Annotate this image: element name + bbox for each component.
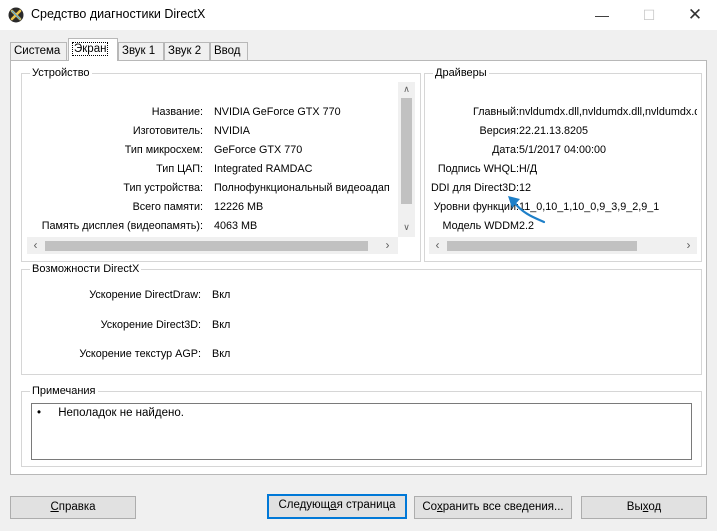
scrollbar-thumb[interactable] — [447, 241, 637, 251]
tab-label: Звук 1 — [122, 45, 156, 57]
tab-sound-2[interactable]: Звук 2 — [164, 42, 210, 61]
tab-label: Звук 2 — [168, 45, 202, 57]
tab-sound-1[interactable]: Звук 1 — [118, 42, 164, 61]
tab-system[interactable]: Система — [10, 42, 67, 61]
dxdiag-window: Средство диагностики DirectX — ☐ ✕ Систе… — [0, 0, 717, 531]
directx-feature-row: Ускорение текстур AGP: Вкл — [21, 348, 321, 362]
device-row: Память дисплея (видеопамять): 4063 MB — [27, 220, 415, 234]
feature-key: Ускорение Direct3D: — [100, 319, 201, 331]
tab-label: Ввод — [214, 45, 241, 57]
scroll-right-icon[interactable]: › — [680, 237, 697, 254]
notes-legend: Примечания — [32, 385, 96, 397]
device-key: Тип устройства: — [123, 182, 203, 194]
device-row: Тип микросхем: GeForce GTX 770 — [27, 144, 415, 158]
scroll-up-icon[interactable]: ∧ — [398, 84, 415, 95]
feature-value: Вкл — [212, 289, 231, 301]
driver-key: Подпись WHQL: — [437, 163, 519, 175]
next-page-button[interactable]: Следующая страница — [267, 494, 407, 519]
device-info-list[interactable]: Название: NVIDIA GeForce GTX 770 Изготови… — [27, 82, 415, 237]
exit-button[interactable]: Выход — [581, 496, 707, 519]
driver-key: Дата: — [492, 144, 519, 156]
device-key: Изготовитель: — [132, 125, 203, 137]
device-vertical-scrollbar[interactable]: ∧ ∨ — [398, 82, 415, 237]
driver-value: 5/1/2017 04:00:00 — [519, 144, 607, 156]
device-key: Название: — [151, 106, 203, 118]
driver-row: Дата: 5/1/2017 04:00:00 — [429, 144, 697, 158]
tab-input[interactable]: Ввод — [210, 42, 248, 61]
window-title: Средство диагностики DirectX — [31, 7, 206, 21]
minimize-icon: — — [595, 7, 609, 23]
maximize-button[interactable]: ☐ — [626, 0, 672, 30]
driver-row: Подпись WHQL: Н/Д — [429, 163, 697, 177]
device-value: NVIDIA — [214, 125, 250, 137]
help-button[interactable]: Справка — [10, 496, 136, 519]
tab-display[interactable]: Экран — [68, 38, 118, 61]
next-label: Следующ — [278, 499, 331, 511]
scroll-right-icon[interactable]: › — [379, 237, 396, 254]
drivers-horizontal-scrollbar[interactable]: ‹ › — [429, 237, 697, 254]
notes-box[interactable]: • Неполадок не найдено. — [31, 403, 692, 460]
device-value: GeForce GTX 770 — [214, 144, 303, 156]
save-label-rest: ранить все сведения... — [442, 501, 564, 513]
driver-row: Главный: nvldumdx.dll,nvldumdx.dll,nvldum… — [429, 106, 697, 120]
device-value: NVIDIA GeForce GTX 770 — [214, 106, 341, 118]
display-tab-page: Устройство Название: NVIDIA GeForce GTX 7… — [10, 60, 707, 475]
scroll-down-icon[interactable]: ∨ — [398, 222, 415, 233]
tab-label: Система — [14, 45, 61, 57]
directx-feature-row: Ускорение DirectDraw: Вкл — [21, 289, 321, 303]
maximize-icon: ☐ — [642, 6, 656, 23]
device-row: Тип ЦАП: Integrated RAMDAC — [27, 163, 415, 177]
directx-features-legend: Возможности DirectX — [32, 263, 140, 275]
drivers-info-list[interactable]: Главный: nvldumdx.dll,nvldumdx.dll,nvldum… — [429, 82, 697, 237]
device-key: Тип микросхем: — [124, 144, 203, 156]
help-mnemonic: С — [50, 501, 59, 513]
annotation-arrow-icon — [508, 196, 546, 224]
minimize-button[interactable]: — — [579, 0, 625, 30]
feature-key: Ускорение DirectDraw: — [89, 289, 201, 301]
tab-label: Экран — [72, 42, 109, 56]
driver-key: Версия: — [479, 125, 520, 137]
title-bar: Средство диагностики DirectX — ☐ ✕ — [0, 0, 717, 30]
driver-value: Н/Д — [519, 163, 538, 175]
exit-label: Вы — [626, 501, 643, 513]
device-row: Всего памяти: 12226 MB — [27, 201, 415, 215]
close-button[interactable]: ✕ — [672, 0, 717, 30]
device-value: Integrated RAMDAC — [214, 163, 313, 175]
driver-row: Версия: 22.21.13.8205 — [429, 125, 697, 139]
feature-value: Вкл — [212, 348, 231, 360]
bullet-icon: • — [37, 407, 42, 419]
scrollbar-thumb[interactable] — [401, 98, 412, 204]
device-legend: Устройство — [32, 67, 90, 79]
device-key: Тип ЦАП: — [156, 163, 203, 175]
notes-item-text: Неполадок не найдено. — [58, 407, 184, 419]
feature-value: Вкл — [212, 319, 231, 331]
help-label: правка — [58, 501, 96, 513]
scroll-left-icon[interactable]: ‹ — [429, 237, 446, 254]
feature-key: Ускорение текстур AGP: — [79, 348, 201, 360]
save-label: Со — [422, 501, 437, 513]
device-horizontal-scrollbar[interactable]: ‹ › — [27, 237, 398, 254]
device-key: Всего памяти: — [132, 201, 203, 213]
driver-value: nvldumdx.dll,nvldumdx.dll,nvldumdx.dl — [519, 106, 697, 118]
drivers-legend: Драйверы — [435, 67, 487, 79]
device-key: Память дисплея (видеопамять): — [41, 220, 203, 232]
directx-app-icon — [8, 7, 24, 23]
save-all-info-button[interactable]: Сохранить все сведения... — [414, 496, 572, 519]
scroll-left-icon[interactable]: ‹ — [27, 237, 44, 254]
notes-item: • Неполадок не найдено. — [37, 407, 184, 419]
close-icon: ✕ — [687, 5, 703, 24]
next-label-rest: я страница — [336, 499, 396, 511]
device-value: Полнофункциональный видеоадап — [214, 182, 390, 194]
device-row: Тип устройства: Полнофункциональный видео… — [27, 182, 415, 196]
exit-label-rest: од — [648, 501, 662, 513]
scrollbar-thumb[interactable] — [45, 241, 368, 251]
driver-value: 22.21.13.8205 — [519, 125, 589, 137]
device-value: 4063 MB — [214, 220, 258, 232]
driver-key: Главный: — [472, 106, 519, 118]
device-row: Название: NVIDIA GeForce GTX 770 — [27, 106, 415, 120]
device-row: Изготовитель: NVIDIA — [27, 125, 415, 139]
device-value: 12226 MB — [214, 201, 264, 213]
directx-feature-row: Ускорение Direct3D: Вкл — [21, 319, 321, 333]
